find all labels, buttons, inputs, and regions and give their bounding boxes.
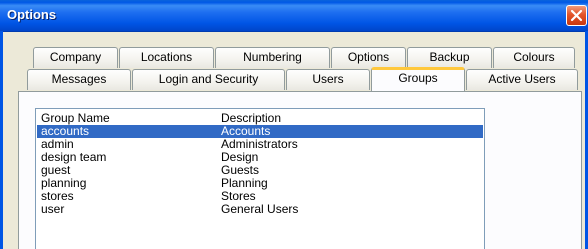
tab-locations[interactable]: Locations — [119, 47, 214, 68]
group-description: General Users — [221, 202, 299, 216]
tab-active-users[interactable]: Active Users — [466, 69, 578, 90]
title-bar[interactable]: Options — [0, 0, 588, 32]
list-item[interactable]: design team Design — [37, 151, 483, 164]
tab-backup[interactable]: Backup — [407, 47, 492, 68]
tab-groups[interactable]: Groups — [371, 67, 465, 91]
window-title: Options — [7, 7, 57, 22]
tab-company[interactable]: Company — [33, 47, 118, 68]
tab-numbering[interactable]: Numbering — [215, 47, 330, 68]
window-border-left — [0, 31, 3, 249]
tab-options[interactable]: Options — [331, 47, 406, 68]
groups-list[interactable]: Group Name Description accounts Accounts… — [35, 108, 485, 249]
list-item[interactable]: user General Users — [37, 203, 483, 216]
close-button[interactable] — [566, 5, 587, 26]
tab-login-and-security[interactable]: Login and Security — [132, 69, 285, 90]
options-window: Options Company Locations Numbering Opti… — [0, 0, 588, 249]
group-name: user — [41, 202, 65, 216]
tab-messages[interactable]: Messages — [27, 69, 131, 90]
tab-users[interactable]: Users — [286, 69, 370, 90]
list-item[interactable]: planning Planning — [37, 177, 483, 190]
tab-colours[interactable]: Colours — [493, 47, 575, 68]
